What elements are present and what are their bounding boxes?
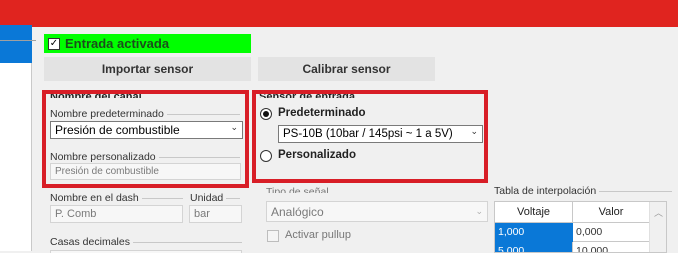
highlight-box-sensor: [252, 90, 488, 183]
table-cell-value[interactable]: 0,000: [573, 223, 650, 242]
interp-table-title: Tabla de interpolación: [494, 185, 600, 197]
decimals-label: Casas decimales: [50, 236, 133, 248]
unit-label: Unidad: [190, 192, 227, 204]
table-cell-voltage[interactable]: 1,000: [495, 223, 573, 242]
column-header-value[interactable]: Valor: [573, 202, 650, 223]
calibrate-sensor-button[interactable]: Calibrar sensor: [258, 57, 435, 81]
enable-label: Entrada activada: [65, 36, 170, 51]
title-bar: [0, 0, 678, 27]
signal-type-select[interactable]: Analógico ⌄: [266, 201, 488, 222]
table-row[interactable]: 1,000 0,000: [495, 223, 650, 242]
pullup-checkbox[interactable]: [267, 230, 279, 242]
divider: [0, 40, 36, 41]
highlight-box-channel: [42, 90, 249, 188]
import-sensor-button[interactable]: Importar sensor: [44, 57, 251, 81]
signal-type-label: Tipo de señal: [266, 187, 329, 193]
column-header-voltage[interactable]: Voltaje: [495, 202, 573, 223]
table-row[interactable]: 5,000 10,000: [495, 242, 650, 252]
enable-checkbox[interactable]: ✓: [48, 37, 60, 50]
dash-name-value: P. Comb: [55, 208, 97, 220]
table-scrollbar[interactable]: ︿: [649, 202, 666, 252]
pullup-label: Activar pullup: [285, 229, 352, 241]
table-header: Voltaje Valor: [495, 202, 650, 223]
channel-list-selected-item[interactable]: [0, 25, 32, 63]
enable-input-toggle[interactable]: ✓ Entrada activada: [44, 34, 251, 53]
table-cell-voltage[interactable]: 5,000: [495, 242, 573, 252]
channel-list[interactable]: [0, 25, 32, 251]
interp-table[interactable]: Voltaje Valor 1,000 0,000 5,000 10,000 ︿: [494, 201, 667, 253]
dash-name-label: Nombre en el dash: [50, 192, 142, 204]
unit-field[interactable]: bar: [189, 205, 242, 223]
dash-name-field[interactable]: P. Comb: [50, 205, 183, 223]
chevron-down-icon: ⌄: [475, 206, 483, 217]
table-cell-value[interactable]: 10,000: [573, 242, 650, 252]
unit-value: bar: [194, 208, 210, 220]
chevron-up-icon[interactable]: ︿: [654, 206, 663, 219]
signal-type-value: Analógico: [271, 204, 324, 219]
